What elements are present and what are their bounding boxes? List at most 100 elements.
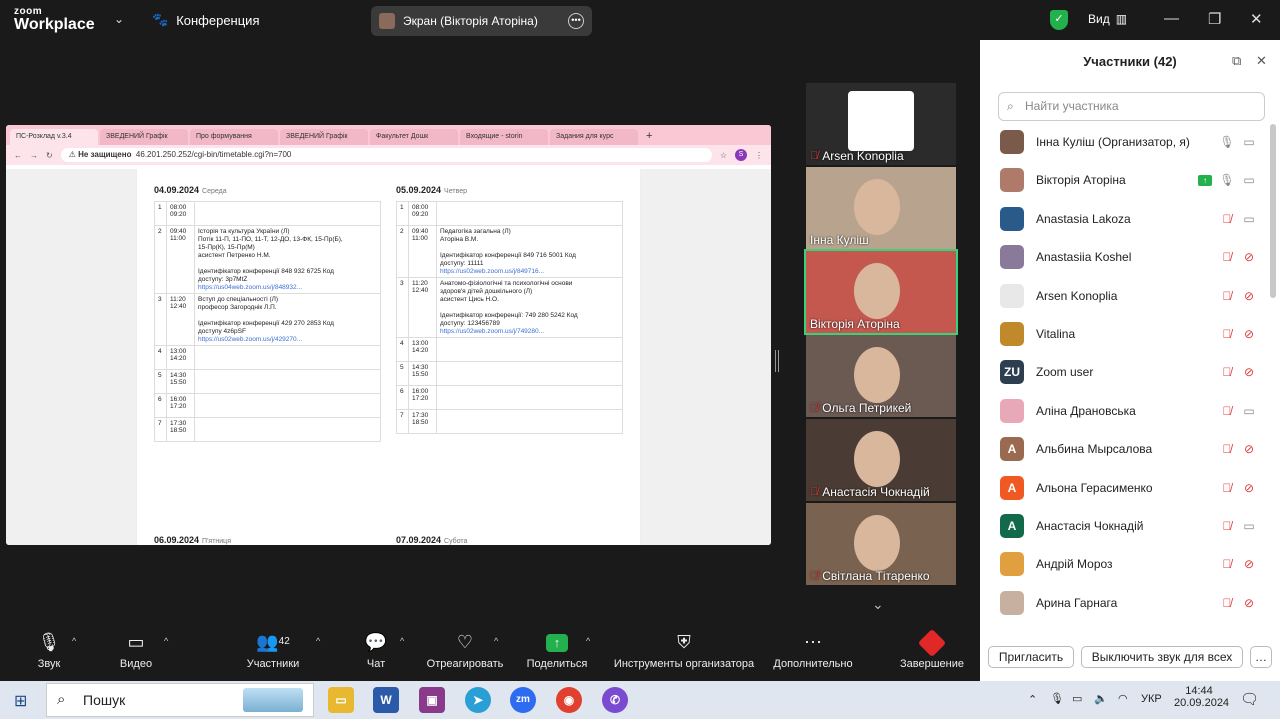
- share-options-chevron[interactable]: ^: [586, 626, 600, 681]
- browser-tab[interactable]: ЗВЕДЕНИЙ Графік: [100, 129, 188, 145]
- url-field[interactable]: ⚠ Не защищено 46.201.250.252/cgi-bin/tim…: [60, 148, 712, 162]
- close-icon[interactable]: ✕: [1256, 53, 1267, 69]
- participant-row[interactable]: A Альона Герасименко 🎙̸ ⊘: [1000, 470, 1262, 506]
- camera-off-icon[interactable]: ⊘: [1236, 596, 1262, 610]
- restore-icon[interactable]: ❐: [1208, 10, 1221, 28]
- muted-mic-icon[interactable]: 🎙̸: [1218, 212, 1236, 226]
- muted-mic-icon[interactable]: 🎙̸: [1218, 327, 1236, 341]
- volume-icon[interactable]: 🔈: [1094, 692, 1108, 705]
- more-options-button[interactable]: …: [1250, 646, 1272, 668]
- close-icon[interactable]: ✕: [1250, 10, 1263, 28]
- telegram-icon[interactable]: ➤: [465, 687, 491, 713]
- tray-chevron-icon[interactable]: ⌃: [1028, 693, 1037, 706]
- shared-screen[interactable]: ПС-Розклад v.3.4 ЗВЕДЕНИЙ Графік Про форму…: [6, 125, 771, 545]
- video-tile[interactable]: Інна Куліш: [806, 167, 956, 249]
- audio-button[interactable]: 🎙 Звук: [28, 626, 70, 681]
- more-button[interactable]: ⋯ Дополнительно: [768, 626, 858, 681]
- participant-row[interactable]: A Альбина Мырсалова 🎙̸ ⊘: [1000, 431, 1262, 467]
- security-shield-icon[interactable]: ✓: [1050, 10, 1068, 30]
- forward-icon[interactable]: →: [30, 151, 38, 160]
- more-options-icon[interactable]: •••: [568, 13, 584, 29]
- browser-tab[interactable]: Задания для курс: [550, 129, 638, 145]
- mic-icon[interactable]: 🎙: [1218, 135, 1236, 149]
- chat-button[interactable]: 💬 Чат: [358, 626, 394, 681]
- zoom-app-icon[interactable]: zm: [510, 687, 536, 713]
- camera-icon[interactable]: ▭: [1236, 404, 1262, 418]
- participant-row[interactable]: Arsen Konoplia 🎙̸ ⊘: [1000, 278, 1262, 314]
- video-tile[interactable]: 🎙̸ Ольга Петрикей: [806, 335, 956, 417]
- participant-row[interactable]: Anastasiia Koshel 🎙̸ ⊘: [1000, 239, 1262, 275]
- participant-row[interactable]: A Анастасія Чокнадій 🎙̸ ▭: [1000, 508, 1262, 544]
- browser-tab[interactable]: Факультет Дошк: [370, 129, 458, 145]
- mute-all-button[interactable]: Выключить звук для всех: [1081, 646, 1243, 668]
- participant-row[interactable]: Андрій Мороз 🎙̸ ⊘: [1000, 546, 1262, 582]
- wifi-icon[interactable]: ◠: [1118, 692, 1128, 705]
- end-meeting-button[interactable]: Завершение: [896, 626, 968, 681]
- zoom-link[interactable]: https://us02web.zoom.us/j/749280...: [440, 328, 619, 335]
- muted-mic-icon[interactable]: 🎙̸: [1218, 557, 1236, 571]
- pop-out-icon[interactable]: ⧉: [1232, 53, 1241, 69]
- zoom-link[interactable]: https://us02web.zoom.us/j/849716...: [440, 268, 619, 275]
- clock[interactable]: 14:44 20.09.2024: [1174, 685, 1229, 709]
- muted-mic-icon[interactable]: 🎙̸: [1218, 404, 1236, 418]
- participant-row[interactable]: Інна Куліш (Организатор, я) 🎙 ▭: [1000, 124, 1262, 160]
- viber-icon[interactable]: ✆: [602, 687, 628, 713]
- resize-handle[interactable]: [775, 350, 779, 372]
- video-options-chevron[interactable]: ^: [164, 626, 178, 681]
- save-app-icon[interactable]: ▣: [419, 687, 445, 713]
- chat-options-chevron[interactable]: ^: [400, 626, 414, 681]
- video-tile[interactable]: Вікторія Аторіна: [804, 249, 958, 335]
- audio-options-chevron[interactable]: ^: [72, 626, 86, 681]
- star-icon[interactable]: ☆: [720, 151, 727, 160]
- muted-mic-icon[interactable]: 🎙̸: [1218, 442, 1236, 456]
- camera-icon[interactable]: ▭: [1236, 212, 1262, 226]
- participant-row[interactable]: Vitalina 🎙̸ ⊘: [1000, 316, 1262, 352]
- minimize-icon[interactable]: —: [1164, 10, 1179, 27]
- camera-off-icon[interactable]: ⊘: [1236, 250, 1262, 264]
- menu-icon[interactable]: ⋮: [755, 151, 763, 160]
- participant-row[interactable]: Аліна Драновська 🎙̸ ▭: [1000, 393, 1262, 429]
- reload-icon[interactable]: ↻: [46, 151, 53, 160]
- muted-mic-icon[interactable]: 🎙̸: [1218, 250, 1236, 264]
- camera-off-icon[interactable]: ⊘: [1236, 557, 1262, 571]
- browser-tab[interactable]: Входящие - storin: [460, 129, 548, 145]
- new-tab-icon[interactable]: +: [640, 127, 658, 145]
- video-tile[interactable]: 🎙̸ Arsen Konoplia: [806, 83, 956, 165]
- meeting-info[interactable]: 🐾 Конференция: [152, 12, 259, 28]
- participants-options-chevron[interactable]: ^: [316, 626, 330, 681]
- chrome-icon[interactable]: ◉: [556, 687, 582, 713]
- chevron-down-icon[interactable]: ⌄: [872, 596, 884, 613]
- participant-row[interactable]: ZU Zoom user 🎙̸ ⊘: [1000, 354, 1262, 390]
- camera-icon[interactable]: ▭: [1236, 135, 1262, 149]
- video-tile[interactable]: 🎙̸ Анастасія Чокнадій: [806, 419, 956, 501]
- camera-off-icon[interactable]: ⊘: [1236, 481, 1262, 495]
- camera-icon[interactable]: ▭: [1236, 519, 1262, 533]
- language-indicator[interactable]: УКР: [1141, 693, 1162, 705]
- share-button[interactable]: ↑ Поделиться: [524, 626, 590, 681]
- muted-mic-icon[interactable]: 🎙̸: [1218, 519, 1236, 533]
- browser-tab[interactable]: Про формування: [190, 129, 278, 145]
- camera-off-icon[interactable]: ⊘: [1236, 365, 1262, 379]
- zoom-link[interactable]: https://us02web.zoom.us/j/429270...: [198, 336, 377, 343]
- windows-start-icon[interactable]: ⊞: [14, 691, 27, 711]
- invite-button[interactable]: Пригласить: [988, 646, 1074, 668]
- muted-mic-icon[interactable]: 🎙̸: [1218, 481, 1236, 495]
- notifications-icon[interactable]: 🗨: [1240, 690, 1259, 708]
- participant-row[interactable]: Вікторія Аторіна ↑ 🎙 ▭: [1000, 162, 1262, 198]
- video-button[interactable]: ▭ Видео: [112, 626, 160, 681]
- video-tile[interactable]: 🎙̸ Світлана Тітаренко: [806, 503, 956, 585]
- zoom-link[interactable]: https://us04web.zoom.us/j/848932...: [198, 284, 377, 291]
- profile-avatar[interactable]: S: [735, 149, 747, 161]
- scrollbar[interactable]: [1270, 124, 1276, 298]
- chevron-down-icon[interactable]: ⌄: [114, 12, 124, 26]
- participants-button[interactable]: 👥42 Участники: [242, 626, 304, 681]
- react-options-chevron[interactable]: ^: [494, 626, 508, 681]
- host-tools-button[interactable]: ⛨ Инструменты организатора: [608, 626, 760, 681]
- mic-icon[interactable]: 🎙: [1218, 173, 1236, 187]
- taskbar-search[interactable]: ⌕ Пошук: [46, 683, 314, 717]
- tray-mic-icon[interactable]: 🎙: [1050, 692, 1064, 705]
- back-icon[interactable]: ←: [14, 151, 22, 160]
- camera-off-icon[interactable]: ⊘: [1236, 289, 1262, 303]
- participant-search-input[interactable]: ⌕ Найти участника: [998, 92, 1265, 121]
- muted-mic-icon[interactable]: 🎙̸: [1218, 596, 1236, 610]
